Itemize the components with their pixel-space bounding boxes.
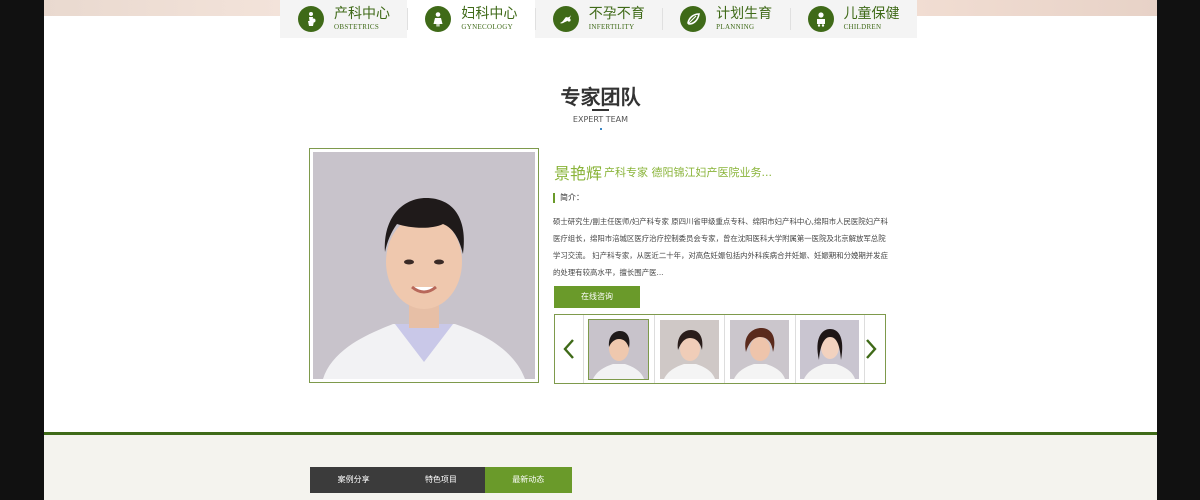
news-tabs: 案例分享 特色项目 最新动态 [310, 467, 572, 493]
dept-tab-cn: 儿童保健 [843, 6, 900, 22]
doctor-thumb-photo [588, 318, 650, 380]
dept-tab-planning[interactable]: 计划生育 PLANNING [662, 0, 789, 38]
tab-case-sharing[interactable]: 案例分享 [310, 467, 398, 493]
news-section-band [44, 435, 1157, 500]
carousel-prev-button[interactable] [555, 315, 583, 383]
online-consult-button[interactable]: 在线咨询 [554, 286, 640, 308]
section-subtitle: EXPERT TEAM [572, 115, 629, 124]
doctor-title: 产科专家 德阳锦江妇产医院业务... [604, 166, 772, 179]
dept-tab-en: INFERTILITY [588, 23, 635, 31]
doctor-thumb-photo [800, 319, 860, 379]
doctor-thumb[interactable] [653, 315, 725, 383]
title-underline [592, 109, 609, 111]
section-title: 专家团队 [560, 85, 641, 109]
dept-tab-text: 计划生育 PLANNING [716, 7, 772, 31]
fertility-icon [552, 6, 579, 32]
doctor-portrait [313, 152, 535, 379]
chevron-left-icon [563, 339, 574, 359]
dept-tab-en: OBSTETRICS [334, 23, 380, 31]
dept-tab-en: GYNECOLOGY [461, 23, 513, 31]
dept-tab-obstetrics[interactable]: 产科中心 OBSTETRICS [280, 0, 407, 38]
hero-banner-right [917, 0, 1157, 16]
dept-tab-en: PLANNING [716, 23, 755, 31]
hand-leaf-icon [680, 6, 707, 32]
intro-label: 简介： [553, 193, 584, 203]
doctor-bio: 硕士研究生/副主任医师/妇产科专家 原四川省甲级重点专科、绵阳市妇产科中心,绵阳… [553, 217, 888, 277]
dept-tab-children[interactable]: 儿童保健 CHILDREN [789, 0, 917, 38]
doctor-name: 景艳辉 [554, 164, 603, 183]
dept-tab-gynecology[interactable]: 妇科中心 GYNECOLOGY [407, 0, 535, 38]
dept-tab-text: 妇科中心 GYNECOLOGY [461, 7, 517, 31]
doctor-thumb[interactable] [724, 315, 795, 383]
woman-icon [425, 6, 452, 32]
dept-tab-cn: 妇科中心 [461, 6, 518, 22]
doctor-thumb[interactable] [794, 315, 865, 383]
dept-tab-en: CHILDREN [843, 23, 882, 31]
doctor-thumb-photo [730, 319, 790, 379]
doctor-carousel [554, 314, 886, 384]
hero-banner-left [44, 0, 280, 16]
doctor-portrait-frame [309, 148, 539, 383]
dept-tab-text: 儿童保健 CHILDREN [844, 7, 900, 31]
dept-tab-cn: 不孕不育 [588, 6, 645, 22]
doctor-thumb[interactable] [583, 315, 654, 383]
title-dot [600, 128, 602, 130]
carousel-next-button[interactable] [857, 315, 885, 383]
dept-tab-text: 不孕不育 INFERTILITY [589, 7, 645, 31]
doctor-thumb-photo [659, 319, 719, 379]
carousel-thumbs [583, 315, 865, 383]
dept-tab-text: 产科中心 OBSTETRICS [334, 7, 390, 31]
pregnant-woman-icon [298, 6, 324, 32]
tab-latest-news[interactable]: 最新动态 [484, 467, 572, 493]
chevron-right-icon [866, 339, 877, 359]
baby-icon [807, 6, 834, 32]
dept-tab-infertility[interactable]: 不孕不育 INFERTILITY [534, 0, 662, 38]
department-nav: 产科中心 OBSTETRICS 妇科中心 GYNECOLOGY 不孕不育 INF… [280, 0, 917, 38]
tab-featured-projects[interactable]: 特色项目 [397, 467, 485, 493]
dept-tab-cn: 计划生育 [716, 6, 773, 22]
page: 产科中心 OBSTETRICS 妇科中心 GYNECOLOGY 不孕不育 INF… [44, 0, 1157, 500]
dept-tab-cn: 产科中心 [334, 6, 390, 22]
